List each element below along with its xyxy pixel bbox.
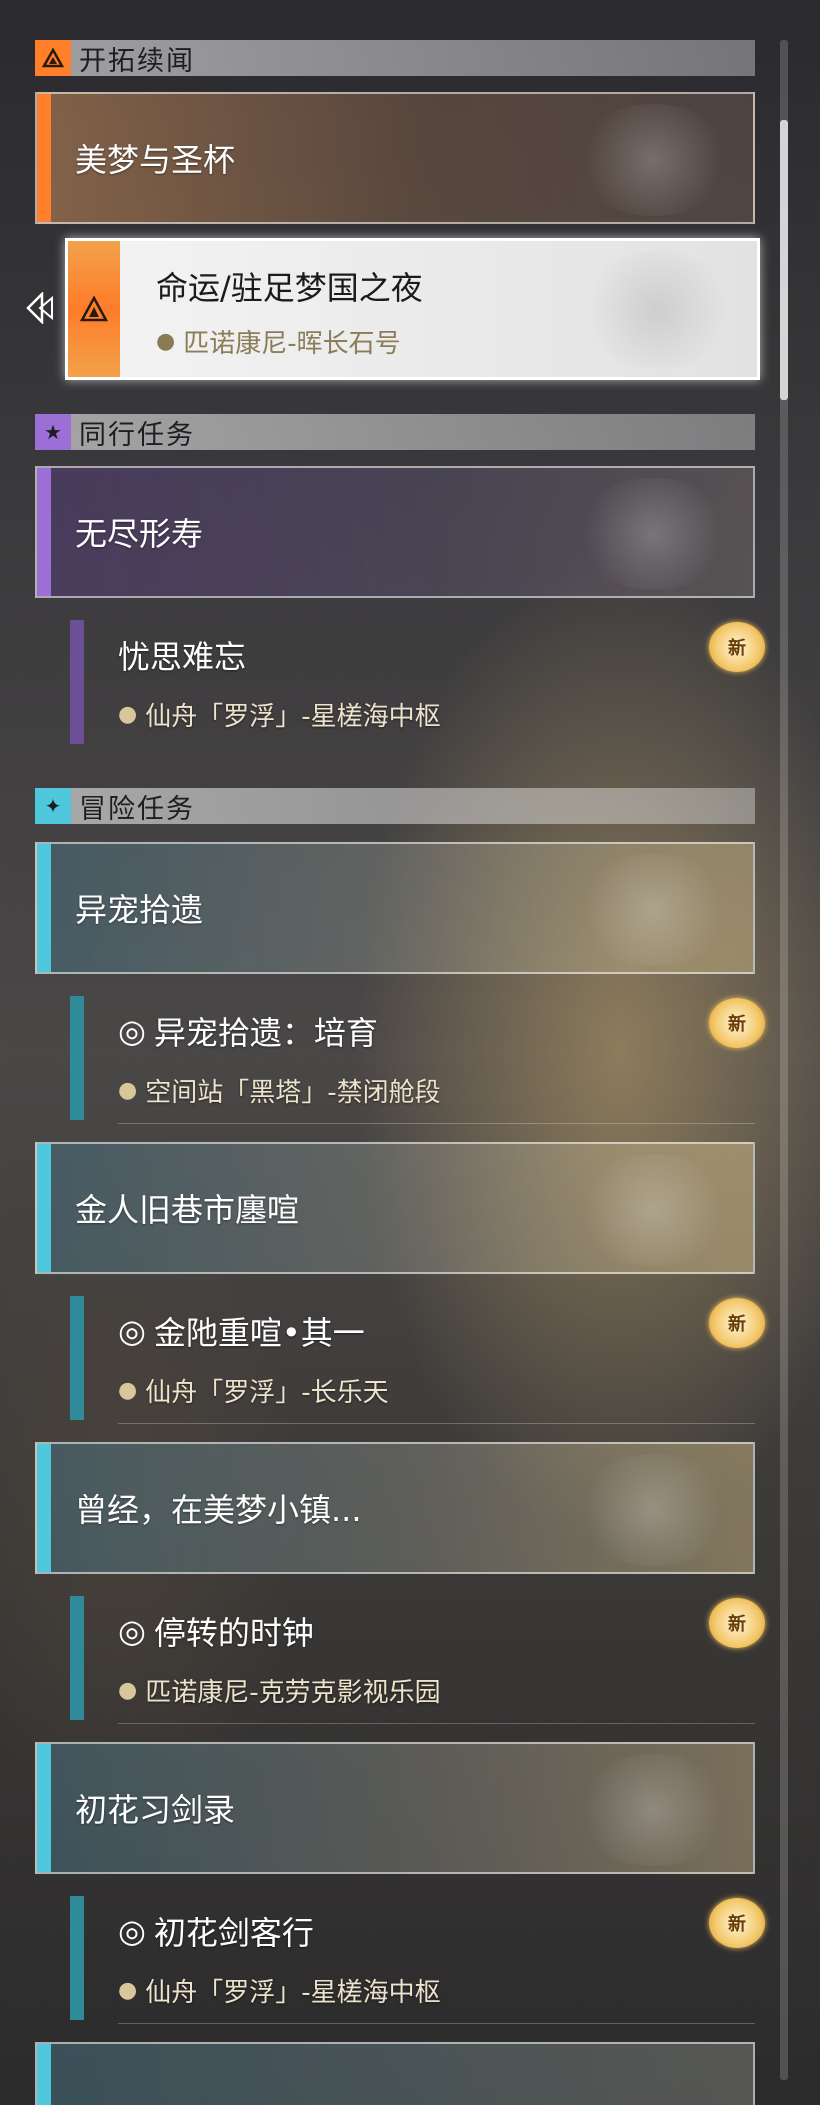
quest-title: 金人旧巷市廛喧 — [75, 1191, 300, 1229]
quest-name: 金阤重喧•其一 — [153, 1314, 365, 1352]
quest-location: 匹诺康尼-克劳克影视乐园 — [145, 1678, 441, 1708]
section-title: 冒险任务 — [79, 793, 195, 825]
quest-name: 初花剑客行 — [153, 1914, 314, 1952]
star-icon: ★ — [35, 414, 71, 450]
divider — [118, 1723, 755, 1724]
quest-item-adventure[interactable]: ◎ 金阤重喧•其一 ● 仙舟「罗浮」-长乐天 新 — [70, 1288, 765, 1428]
quest-name: 停转的时钟 — [153, 1614, 314, 1652]
quest-emblem-icon — [573, 1454, 733, 1566]
quest-card-main-adventure-partial[interactable] — [35, 2042, 755, 2105]
quest-card-main-adventure[interactable]: 初花习剑录 — [35, 1742, 755, 1874]
selection-pointer-icon — [26, 290, 60, 332]
quest-item-adventure[interactable]: ◎ 停转的时钟 ● 匹诺康尼-克劳克影视乐园 新 — [70, 1588, 765, 1728]
item-accent-bar — [70, 1296, 84, 1420]
quest-location: 仙舟「罗浮」-星槎海中枢 — [145, 702, 441, 732]
divider — [118, 2023, 755, 2024]
quest-name: 命运/驻足梦国之夜 — [156, 269, 423, 307]
location-pin-icon: ● — [118, 1678, 138, 1703]
item-accent-bar — [70, 996, 84, 1120]
location-pin-icon: ● — [118, 702, 138, 727]
quest-item-selected[interactable]: 命运/驻足梦国之夜 ● 匹诺康尼-晖长石号 — [65, 238, 760, 380]
section-header-trailblaze: 开拓续闻 — [35, 40, 755, 77]
quest-emblem-icon — [573, 478, 733, 590]
quest-card-main-adventure[interactable]: 金人旧巷市廛喧 — [35, 1142, 755, 1274]
quest-item-companion[interactable]: 忧思难忘 ● 仙舟「罗浮」-星槎海中枢 新 — [70, 612, 765, 752]
trailblaze-triangle-icon — [35, 40, 71, 76]
section-header-companion: ★ 同行任务 — [35, 414, 755, 451]
quest-name: 忧思难忘 — [118, 638, 247, 676]
new-badge: 新 — [709, 622, 765, 672]
location-pin-icon: ● — [118, 1978, 138, 2003]
sparkle-icon: ✦ — [35, 788, 71, 824]
quest-emblem-icon — [573, 1754, 733, 1866]
scrollbar-thumb[interactable] — [780, 120, 788, 400]
location-pin-icon: ● — [118, 1078, 138, 1103]
quest-title: 异宠拾遗 — [75, 891, 204, 929]
quest-location: 仙舟「罗浮」-星槎海中枢 — [145, 1978, 441, 2008]
new-badge: 新 — [709, 998, 765, 1048]
location-pin-icon: ● — [156, 329, 176, 354]
quest-emblem-icon — [573, 104, 733, 216]
section-header-adventure: ✦ 冒险任务 — [35, 788, 755, 825]
quest-title: 无尽形寿 — [75, 515, 204, 553]
item-accent-bar — [70, 1596, 84, 1720]
quest-emblem-icon — [573, 1154, 733, 1266]
quest-item-adventure[interactable]: ◎ 初花剑客行 ● 仙舟「罗浮」-星槎海中枢 新 — [70, 1888, 765, 2028]
quest-location: 空间站「黑塔」-禁闭舱段 — [145, 1078, 441, 1108]
quest-emblem-icon — [577, 251, 737, 369]
card-accent-bar — [37, 2044, 51, 2105]
quest-location: 仙舟「罗浮」-长乐天 — [145, 1378, 389, 1408]
quest-title: 曾经，在美梦小镇... — [75, 1491, 362, 1529]
location-pin-icon: ● — [118, 1378, 138, 1403]
quest-emblem-icon — [573, 854, 733, 966]
trailblaze-quest-icon — [68, 241, 120, 377]
divider — [118, 1423, 755, 1424]
quest-item-adventure[interactable]: ◎ 异宠拾遗：培育 ● 空间站「黑塔」-禁闭舱段 新 — [70, 988, 765, 1128]
quest-swirl-icon: ◎ — [118, 1612, 146, 1650]
divider — [118, 1123, 755, 1124]
section-title: 开拓续闻 — [79, 45, 195, 77]
quest-name: 异宠拾遗：培育 — [153, 1014, 378, 1052]
section-title: 同行任务 — [79, 419, 195, 451]
quest-card-main-adventure[interactable]: 异宠拾遗 — [35, 842, 755, 974]
quest-location: 匹诺康尼-晖长石号 — [183, 329, 401, 359]
new-badge: 新 — [709, 1898, 765, 1948]
item-accent-bar — [70, 1896, 84, 2020]
quest-swirl-icon: ◎ — [118, 1912, 146, 1950]
quest-card-main-trailblaze[interactable]: 美梦与圣杯 — [35, 92, 755, 224]
new-badge: 新 — [709, 1598, 765, 1648]
item-accent-bar — [70, 620, 84, 744]
quest-swirl-icon: ◎ — [118, 1312, 146, 1350]
quest-swirl-icon: ◎ — [118, 1012, 146, 1050]
quest-title: 初花习剑录 — [75, 1791, 236, 1829]
new-badge: 新 — [709, 1298, 765, 1348]
quest-card-main-companion[interactable]: 无尽形寿 — [35, 466, 755, 598]
quest-card-main-adventure[interactable]: 曾经，在美梦小镇... — [35, 1442, 755, 1574]
quest-title: 美梦与圣杯 — [75, 141, 236, 179]
